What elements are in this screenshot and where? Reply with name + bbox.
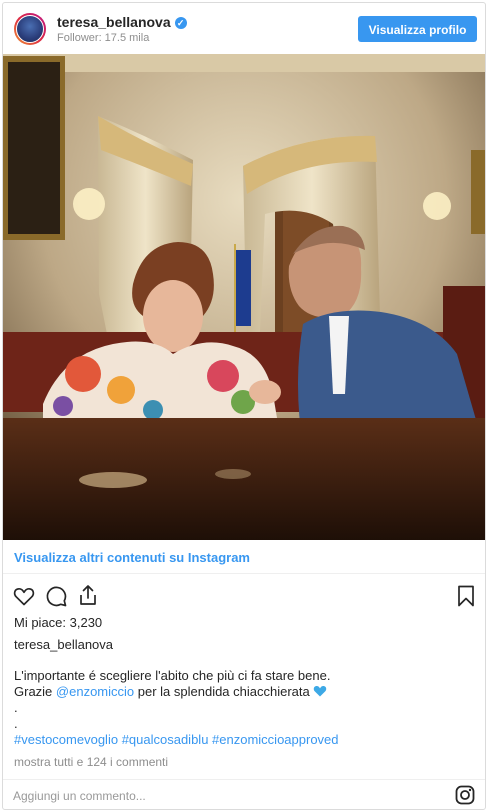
post-caption: L'importante é scegliere l'abito che più… — [14, 668, 474, 748]
caption-line: . — [14, 700, 18, 715]
heart-icon[interactable] — [12, 584, 36, 608]
post-owner-username[interactable]: teresa_bellanova — [14, 637, 113, 652]
verified-badge-icon: ✓ — [174, 17, 187, 29]
blue-heart-icon — [314, 686, 327, 697]
post-photo[interactable] — [3, 54, 485, 540]
comment-icon[interactable] — [44, 584, 68, 608]
caption-line: L'importante é scegliere l'abito che più… — [14, 668, 331, 683]
username[interactable]: teresa_bellanova ✓ — [57, 14, 187, 30]
follower-count: Follower: 17.5 mila — [57, 32, 150, 44]
caption-line: . — [14, 716, 18, 731]
like-count: Mi piace: 3,230 — [14, 615, 103, 630]
bookmark-icon[interactable] — [455, 584, 477, 608]
caption-line: Grazie @enzomiccio per la splendida chia… — [14, 684, 474, 700]
comment-input[interactable] — [13, 786, 413, 806]
hashtag-link[interactable]: #enzomiccioapproved — [212, 732, 338, 747]
comment-bar — [3, 779, 485, 809]
avatar[interactable] — [14, 13, 46, 45]
hashtag-line: #vestocomevoglio #qualcosadiblu #enzomic… — [14, 732, 474, 748]
hashtag-link[interactable]: #qualcosadiblu — [122, 732, 209, 747]
profile-picture — [16, 15, 44, 43]
share-icon[interactable] — [76, 583, 100, 607]
mention-link[interactable]: @enzomiccio — [56, 684, 134, 699]
instagram-logo-icon[interactable] — [455, 785, 475, 805]
hashtag-link[interactable]: #vestocomevoglio — [14, 732, 118, 747]
view-all-comments-link[interactable]: mostra tutti e 124 i commenti — [14, 755, 168, 769]
instagram-embed-card: teresa_bellanova ✓ Follower: 17.5 mila Vi… — [2, 2, 486, 810]
post-header: teresa_bellanova ✓ Follower: 17.5 mila Vi… — [3, 3, 485, 53]
divider — [3, 573, 485, 574]
post-photo-illustration — [3, 54, 485, 540]
view-profile-button[interactable]: Visualizza profilo — [358, 16, 477, 42]
action-bar — [3, 579, 485, 613]
more-on-instagram-link[interactable]: Visualizza altri contenuti su Instagram — [14, 550, 250, 565]
